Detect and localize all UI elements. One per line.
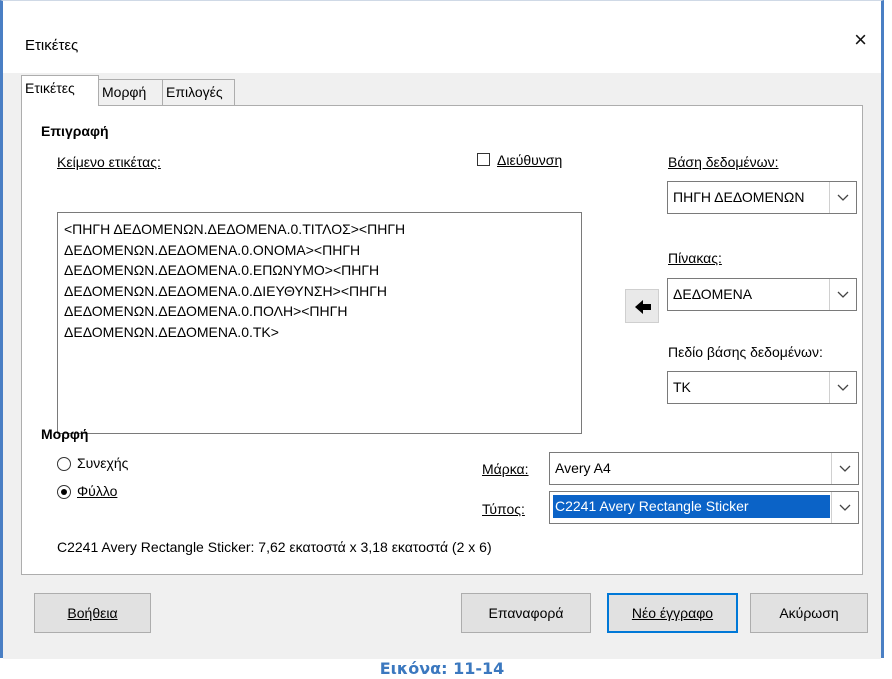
dialog-window: Ετικέτες × Ετικέτες Μορφή Επιλογές Επιγρ…: [0, 0, 884, 659]
help-button-label: Βοήθεια: [67, 605, 118, 621]
brand-select[interactable]: Avery A4: [549, 452, 859, 485]
figure-caption: Εικόνα: 11-14: [379, 659, 505, 678]
window-title: Ετικέτες: [25, 37, 79, 54]
new-document-button-label: Νέο έγγραφο: [631, 605, 714, 621]
database-label: Βάση δεδομένων:: [668, 154, 779, 170]
insert-field-button[interactable]: [625, 289, 659, 323]
new-document-button[interactable]: Νέο έγγραφο: [607, 593, 738, 633]
field-label: Πεδίο βάσης δεδομένων:: [668, 344, 823, 360]
tab-options[interactable]: Επιλογές: [162, 79, 235, 105]
label-size-info: C2241 Avery Rectangle Sticker: 7,62 εκατ…: [57, 539, 492, 555]
address-checkbox-label[interactable]: Διεύθυνση: [497, 152, 562, 168]
tab-labels[interactable]: Ετικέτες: [21, 75, 99, 106]
label-text-field[interactable]: <ΠΗΓΗ ΔΕΔΟΜΕΝΩΝ.ΔΕΔΟΜΕΝΑ.0.ΤΙΤΛΟΣ><ΠΗΓΗ …: [57, 212, 582, 434]
chevron-down-icon[interactable]: [831, 453, 858, 484]
chevron-down-icon[interactable]: [831, 492, 858, 523]
reset-button[interactable]: Επαναφορά: [461, 593, 591, 633]
chevron-down-icon[interactable]: [829, 182, 856, 213]
brand-label: Μάρκα:: [482, 461, 529, 477]
chevron-down-icon[interactable]: [829, 279, 856, 310]
arrow-left-icon: [635, 300, 651, 314]
continuous-radio[interactable]: [57, 457, 71, 471]
help-button[interactable]: Βοήθεια: [34, 593, 151, 633]
brand-value: Avery A4: [555, 460, 611, 476]
table-label: Πίνακας:: [668, 250, 722, 266]
sheet-radio[interactable]: [57, 485, 71, 499]
tab-panel-labels: Επιγραφή Κείμενο ετικέτας: Διεύθυνση <ΠΗ…: [21, 105, 863, 575]
table-select[interactable]: ΔΕΔΟΜΕΝΑ: [667, 278, 857, 311]
type-value: C2241 Avery Rectangle Sticker: [553, 495, 830, 518]
field-select[interactable]: ΤΚ: [667, 371, 857, 404]
continuous-label[interactable]: Συνεχής: [77, 455, 128, 471]
dialog-content: Ετικέτες Μορφή Επιλογές Επιγραφή Κείμενο…: [3, 73, 881, 659]
chevron-down-icon[interactable]: [829, 372, 856, 403]
label-text-caption: Κείμενο ετικέτας:: [57, 154, 161, 170]
type-select[interactable]: C2241 Avery Rectangle Sticker: [549, 491, 859, 524]
sheet-label[interactable]: Φύλλο: [77, 483, 117, 499]
cancel-button[interactable]: Ακύρωση: [750, 593, 868, 633]
title-bar: Ετικέτες ×: [3, 1, 881, 73]
close-icon[interactable]: ×: [854, 29, 867, 51]
type-label: Τύπος:: [482, 501, 525, 517]
tab-format[interactable]: Μορφή: [98, 79, 163, 105]
address-checkbox[interactable]: [477, 153, 490, 166]
format-heading: Μορφή: [41, 426, 89, 442]
database-select[interactable]: ΠΗΓΗ ΔΕΔΟΜΕΝΩΝ: [667, 181, 857, 214]
inscription-heading: Επιγραφή: [41, 123, 109, 139]
cancel-button-label: Ακύρωση: [779, 605, 839, 621]
reset-button-label: Επαναφορά: [488, 605, 564, 621]
